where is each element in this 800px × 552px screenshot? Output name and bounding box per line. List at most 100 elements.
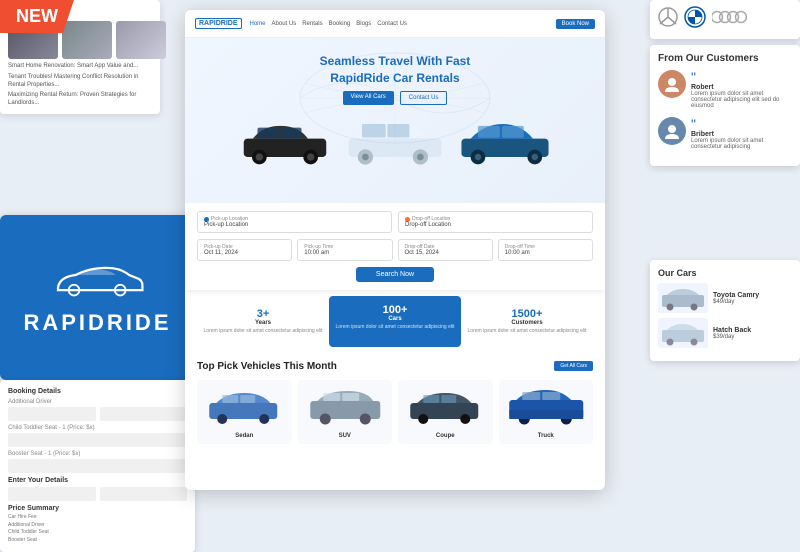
form-field-1 [8, 407, 96, 421]
testimonial-content-2: " Bribert Lorem ipsum dolor sit amet con… [691, 117, 792, 150]
stat-customers-number: 1500+ [467, 308, 587, 320]
blog-excerpt-1: Smart Home Renovation: Smart App Value a… [8, 63, 152, 71]
dropoff-time-value: 10:00 am [505, 250, 586, 256]
stat-years-number: 3+ [203, 308, 323, 320]
logo-section: RAPIDRIDE [0, 215, 195, 380]
first-name-field [8, 487, 96, 501]
testimonial-item-2: " Bribert Lorem ipsum dolor sit amet con… [658, 117, 792, 150]
right-car-info-2: Hatch Back $39/day [713, 327, 751, 340]
stat-customers: 1500+ Customers Lorem ipsum dolor sit am… [461, 300, 593, 343]
main-website-mockup: RAPIDRIDE Home About Us Rentals Booking … [185, 10, 605, 490]
stats-section: 3+ Years Lorem ipsum dolor sit amet cons… [185, 290, 605, 353]
right-cars-title: Our Cars [658, 268, 792, 278]
stat-customers-desc: Lorem ipsum dolor sit amet consectetur a… [467, 328, 587, 335]
details-section-title: Enter Your Details [8, 477, 187, 484]
pick-card-2[interactable]: SUV [298, 380, 393, 444]
price-summary-items: Car Hire FeeAdditional DriverChild Toddl… [8, 514, 187, 544]
name-row [8, 487, 187, 501]
right-car-item-1: Toyota Camry $49/day [658, 283, 792, 313]
testimonial-avatar-1 [658, 70, 686, 98]
blog-excerpt-2: Tenant Troubles! Mastering Conflict Reso… [8, 74, 152, 90]
child-seat-label: Child Toddler Seat - 1 (Price: $x) [8, 425, 187, 431]
dropoff-location-field[interactable]: Drop-off Location Drop-off Location [398, 211, 593, 233]
testimonial-text-2: Lorem ipsum dolor sit amet consectetur a… [691, 138, 792, 150]
stat-customers-label: Customers [467, 320, 587, 326]
pick-car-4-image [504, 385, 589, 425]
right-car-thumb-1 [658, 283, 708, 313]
pickup-location-field[interactable]: Pick-up Location Pick-up Location [197, 211, 392, 233]
pick-card-4[interactable]: Truck [499, 380, 594, 444]
nav-link-contact[interactable]: Contact Us [377, 21, 407, 27]
last-name-field [100, 487, 188, 501]
pick-name-3: Coupe [403, 433, 488, 439]
pick-car-2-image [303, 385, 388, 425]
pickup-location-value: Pick-up Location [204, 222, 385, 228]
top-picks-header: Top Pick Vehicles This Month Get All Car… [197, 361, 593, 372]
stat-years-label: Years [203, 320, 323, 326]
testimonial-name-1: Robert [691, 84, 792, 91]
nav-link-about[interactable]: About Us [272, 21, 297, 27]
nav-link-booking[interactable]: Booking [329, 21, 351, 27]
stat-cars-desc: Lorem ipsum dolor sit amet consectetur a… [335, 324, 455, 331]
search-button-container: Search Now [197, 267, 593, 282]
top-picks-title: Top Pick Vehicles This Month [197, 361, 337, 372]
child-seat-field [8, 433, 187, 447]
dropoff-location-value: Drop-off Location [405, 222, 586, 228]
nav-link-blogs[interactable]: Blogs [356, 21, 371, 27]
form-title: Booking Details [8, 388, 187, 395]
booking-form-section: Booking Details Additional Driver Child … [0, 380, 195, 552]
testimonial-item-1: " Robert Lorem ipsum dolor sit amet cons… [658, 70, 792, 109]
blog-excerpts: Smart Home Renovation: Smart App Value a… [8, 63, 152, 108]
blog-excerpt-3: Maximizing Rental Return: Proven Strateg… [8, 92, 152, 108]
testimonial-content-1: " Robert Lorem ipsum dolor sit amet cons… [691, 70, 792, 109]
extra-driver-label: Additional Driver [8, 399, 187, 405]
pickup-date-field[interactable]: Pick-up Date Oct 11, 2024 [197, 239, 292, 261]
right-car-info-1: Toyota Camry $49/day [713, 292, 759, 305]
pick-name-1: Sedan [202, 433, 287, 439]
pickup-time-value: 10:00 am [304, 250, 385, 256]
pickup-time-field[interactable]: Pick-up Time 10:00 am [297, 239, 392, 261]
right-car-item-2: Hatch Back $39/day [658, 318, 792, 348]
nav-links: Home About Us Rentals Booking Blogs Cont… [250, 21, 548, 27]
form-field-2 [100, 407, 188, 421]
right-cars-section: Our Cars Toyota Camry $49/day Hatch Ba [650, 260, 800, 361]
search-now-button[interactable]: Search Now [356, 267, 434, 282]
nav-link-home[interactable]: Home [250, 21, 266, 27]
testimonial-text-1: Lorem ipsum dolor sit amet consectetur a… [691, 91, 792, 109]
pick-car-3-image [403, 385, 488, 425]
stat-cars: 100+ Cars Lorem ipsum dolor sit amet con… [329, 296, 461, 347]
hero-section: Seamless Travel With Fast RapidRide Car … [185, 38, 605, 203]
dropoff-date-field[interactable]: Drop-off Date Oct 15, 2024 [398, 239, 493, 261]
world-map-bg [295, 48, 495, 148]
search-location-row: Pick-up Location Pick-up Location Drop-o… [197, 211, 593, 233]
blog-thumb-3 [116, 21, 166, 59]
pick-name-4: Truck [504, 433, 589, 439]
booster-label: Booster Seat - 1 (Price: $x) [8, 451, 187, 457]
testimonial-name-2: Bribert [691, 131, 792, 138]
pick-card-3[interactable]: Coupe [398, 380, 493, 444]
get-all-cars-button[interactable]: Get All Cars [554, 361, 593, 371]
dropoff-time-field[interactable]: Drop-off Time 10:00 am [498, 239, 593, 261]
pick-card-1[interactable]: Sedan [197, 380, 292, 444]
nav-cta-button[interactable]: Book Now [556, 19, 595, 29]
form-row-1 [8, 407, 187, 421]
brand-logos-section [650, 0, 800, 39]
vehicle-grid: Sedan SUV [197, 380, 593, 444]
nav-link-rentals[interactable]: Rentals [302, 21, 322, 27]
new-badge: NEW [0, 0, 74, 33]
brand-logo-audi [712, 10, 747, 29]
price-summary-title: Price Summary [8, 505, 187, 512]
search-date-row: Pick-up Date Oct 11, 2024 Pick-up Time 1… [197, 239, 593, 261]
stat-years: 3+ Years Lorem ipsum dolor sit amet cons… [197, 300, 329, 343]
brand-logo-bmw [684, 6, 706, 33]
testimonials-title: From Our Customers [658, 53, 792, 64]
stat-years-desc: Lorem ipsum dolor sit amet consectetur a… [203, 328, 323, 335]
quote-mark-2: " [691, 117, 792, 131]
stat-cars-label: Cars [335, 316, 455, 322]
pick-name-2: SUV [303, 433, 388, 439]
brand-name: RAPIDRIDE [23, 310, 171, 336]
stat-cars-number: 100+ [335, 304, 455, 316]
booster-field [8, 459, 187, 473]
search-section: Pick-up Location Pick-up Location Drop-o… [185, 203, 605, 290]
nav-logo: RAPIDRIDE [195, 18, 242, 29]
